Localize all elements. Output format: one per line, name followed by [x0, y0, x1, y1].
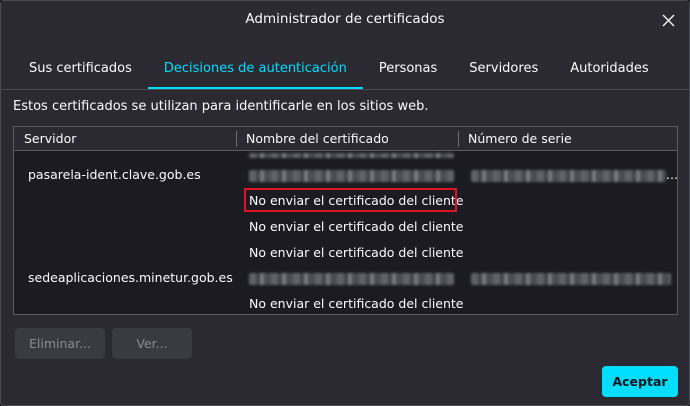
close-icon: [662, 14, 674, 26]
certificate-tree[interactable]: Servidor Nombre del certificado Número d…: [13, 126, 678, 315]
server-name[interactable]: sedeaplicaciones.minetur.gob.es: [28, 270, 233, 285]
tab-servers[interactable]: Servidores: [453, 53, 554, 89]
redacted-serial-number: [471, 273, 671, 285]
tab-your-certificates[interactable]: Sus certificados: [13, 53, 148, 89]
delete-button[interactable]: Eliminar...: [15, 328, 105, 359]
overflow-ellipsis: ...: [666, 167, 678, 182]
certificate-name[interactable]: No enviar el certificado del cliente: [249, 296, 464, 311]
column-header-serial-number[interactable]: Número de serie: [458, 127, 676, 151]
certificate-name[interactable]: No enviar el certificado del cliente: [249, 245, 464, 260]
dialog-title: Administrador de certificados: [245, 11, 445, 27]
titlebar: Administrador de certificados: [1, 1, 689, 39]
certificate-name[interactable]: No enviar el certificado del cliente: [249, 219, 464, 234]
redacted-text: [249, 153, 454, 158]
tab-people[interactable]: Personas: [363, 53, 453, 89]
tab-description: Estos certificados se utilizan para iden…: [13, 99, 429, 114]
certificate-manager-dialog: Administrador de certificados Sus certif…: [0, 0, 690, 406]
server-name[interactable]: pasarela-ident.clave.gob.es: [28, 167, 201, 182]
redacted-certificate-name: [249, 273, 454, 285]
view-button[interactable]: Ver...: [112, 328, 192, 359]
tab-authentication-decisions[interactable]: Decisiones de autenticación: [147, 53, 363, 89]
redacted-certificate-name: [249, 170, 454, 182]
tab-bar: Sus certificados Decisiones de autentica…: [13, 53, 665, 89]
tree-header: Servidor Nombre del certificado Número d…: [14, 127, 677, 151]
tabs-divider: [1, 89, 689, 90]
close-button[interactable]: [657, 9, 679, 31]
redacted-serial-number: [471, 170, 666, 182]
column-header-server[interactable]: Servidor: [14, 127, 236, 151]
highlight-box: [244, 188, 457, 212]
column-header-certificate-name[interactable]: Nombre del certificado: [236, 127, 458, 151]
accept-button[interactable]: Aceptar: [602, 366, 678, 397]
tab-authorities[interactable]: Autoridades: [554, 53, 664, 89]
